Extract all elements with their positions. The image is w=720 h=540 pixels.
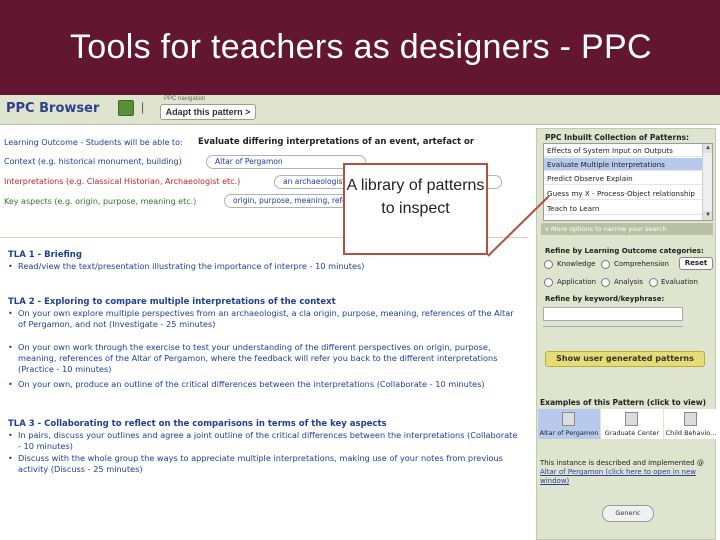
- tla-item: In pairs, discuss your outlines and agre…: [8, 430, 518, 452]
- tla-item: Discuss with the whole group the ways to…: [8, 453, 518, 475]
- home-icon[interactable]: [118, 100, 134, 116]
- document-icon: [562, 412, 575, 426]
- pattern-list-scrollbar[interactable]: ▲ ▼: [702, 144, 712, 220]
- analysis-label: Analysis: [614, 278, 643, 286]
- example-desc-text: This instance is described and implement…: [540, 459, 704, 467]
- tla-heading: TLA 2 - Exploring to compare multiple in…: [8, 297, 336, 307]
- tla-heading: TLA 3 - Collaborating to reflect on the …: [8, 419, 387, 429]
- tla-item: On your own work through the exercise to…: [8, 342, 518, 375]
- example-label: Altar of Pergamon: [539, 429, 599, 437]
- show-user-patterns-button[interactable]: Show user generated patterns: [545, 351, 705, 367]
- slide-title-bar: Tools for teachers as designers - PPC: [0, 0, 720, 95]
- callout-box: A library of patterns to inspect: [343, 163, 488, 255]
- keyword-input[interactable]: [543, 307, 683, 321]
- key-aspects-label: Key aspects (e.g. origin, purpose, meani…: [4, 197, 197, 206]
- inbuilt-collection-title: PPC Inbuilt Collection of Patterns:: [545, 133, 690, 142]
- examples-title: Examples of this Pattern (click to view): [540, 398, 707, 407]
- refine-lo-label: Refine by Learning Outcome categories:: [545, 247, 704, 255]
- toolbar-separator: |: [141, 100, 145, 114]
- example-child-behavior[interactable]: Child Behavio...: [664, 409, 718, 439]
- knowledge-radio[interactable]: [544, 260, 553, 269]
- example-link[interactable]: Altar of Pergamon (click here to open in…: [540, 468, 696, 485]
- analysis-radio[interactable]: [601, 278, 610, 287]
- learning-outcome-value[interactable]: Evaluate differing interpretations of an…: [198, 137, 474, 147]
- ppc-browser-screenshot: PPC Browser | PPC navigation Adapt this …: [0, 95, 720, 540]
- example-altar-of-pergamon[interactable]: Altar of Pergamon: [538, 409, 600, 439]
- document-icon: [684, 412, 697, 426]
- example-label: Graduate Center: [604, 429, 660, 437]
- generic-button[interactable]: Generic: [602, 505, 654, 522]
- keyword-divider: [543, 326, 683, 327]
- nav-caption: PPC navigation: [164, 96, 206, 102]
- brand-title: PPC Browser: [6, 101, 100, 116]
- example-graduate-center[interactable]: Graduate Center: [601, 409, 663, 439]
- context-label: Context (e.g. historical monument, build…: [4, 157, 182, 166]
- context-field[interactable]: Altar of Pergamon: [206, 155, 366, 169]
- adapt-pattern-button[interactable]: Adapt this pattern >: [160, 104, 256, 120]
- tla-panel: TLA 1 - Briefing Read/view the text/pres…: [0, 237, 528, 540]
- pattern-item-selected[interactable]: Evaluate Multiple Interpretations: [544, 158, 702, 171]
- tla-item: On your own explore multiple perspective…: [8, 308, 518, 330]
- pattern-list[interactable]: Effects of System Input on Outputs Evalu…: [543, 143, 713, 221]
- document-icon: [625, 412, 638, 426]
- example-description: This instance is described and implement…: [540, 459, 716, 486]
- more-options-link[interactable]: v More options to narrow your search: [541, 223, 713, 235]
- pattern-item[interactable]: Teach to Learn: [544, 202, 702, 215]
- refine-keyword-label: Refine by keyword/keyphrase:: [545, 295, 665, 303]
- scroll-down-arrow-icon[interactable]: ▼: [703, 211, 712, 220]
- comprehension-label: Comprehension: [614, 260, 669, 268]
- application-label: Application: [557, 278, 597, 286]
- pattern-item[interactable]: Predict Observe Explain: [544, 172, 702, 185]
- interpretations-label: Interpretations (e.g. Classical Historia…: [4, 177, 241, 186]
- example-label: Child Behavio...: [665, 429, 717, 437]
- reset-button[interactable]: Reset: [679, 257, 713, 270]
- evaluation-label: Evaluation: [661, 278, 698, 286]
- tla-heading: TLA 1 - Briefing: [8, 250, 82, 260]
- knowledge-label: Knowledge: [557, 260, 596, 268]
- scroll-up-arrow-icon[interactable]: ▲: [703, 144, 712, 153]
- slide-title: Tools for teachers as designers - PPC: [70, 28, 652, 66]
- tla-item: On your own, produce an outline of the c…: [8, 379, 518, 390]
- pattern-item[interactable]: Effects of System Input on Outputs: [544, 144, 702, 157]
- comprehension-radio[interactable]: [601, 260, 610, 269]
- evaluation-radio[interactable]: [649, 278, 658, 287]
- pattern-item[interactable]: Guess my X - Process-Object relationship: [544, 187, 702, 200]
- application-radio[interactable]: [544, 278, 553, 287]
- toolbar: PPC Browser | PPC navigation Adapt this …: [0, 95, 720, 125]
- learning-outcome-label: Learning Outcome - Students will be able…: [4, 138, 183, 147]
- tla-item: Read/view the text/presentation illustra…: [8, 261, 518, 272]
